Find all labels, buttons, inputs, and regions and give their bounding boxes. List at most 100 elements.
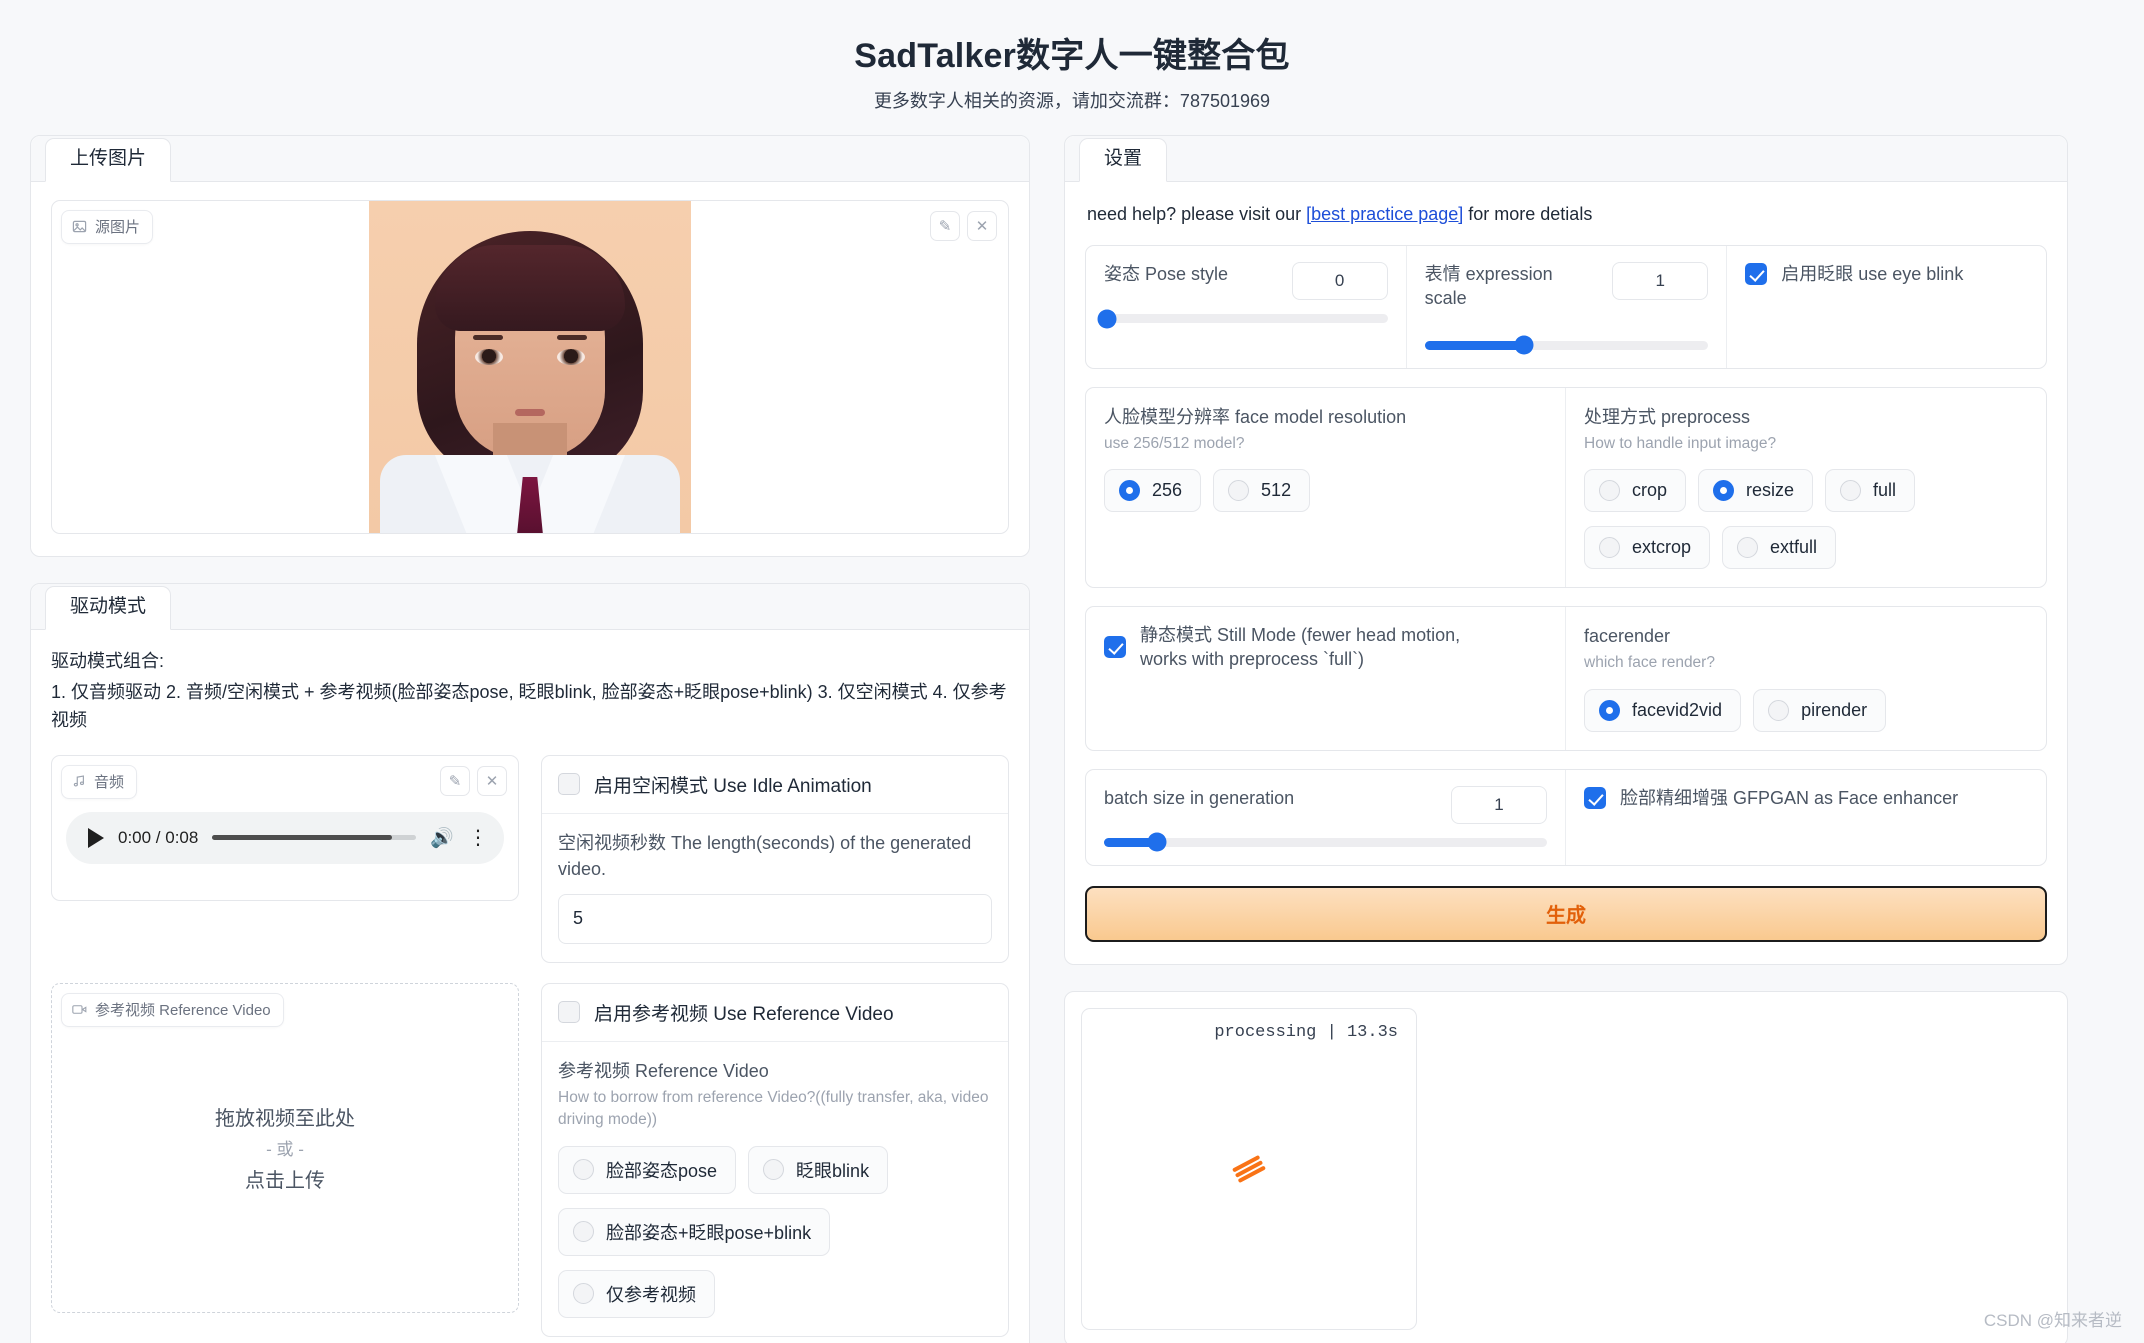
source-image-block[interactable]: 源图片 ✎ ✕ xyxy=(51,200,1009,534)
radio-circle-facevid2vid[interactable] xyxy=(1599,699,1620,721)
face-resolution-options: 256 512 xyxy=(1104,469,1547,513)
radio-option-extcrop[interactable]: extcrop xyxy=(1584,526,1711,570)
pose-style-slider[interactable] xyxy=(1097,309,1388,328)
image-icon xyxy=(72,219,87,234)
best-practice-link[interactable]: [best practice page] xyxy=(1306,204,1463,224)
resolution-preprocess-row: 人脸模型分辨率 face model resolution use 256/51… xyxy=(1085,386,2047,589)
generate-button[interactable]: 生成 xyxy=(1085,885,2047,942)
radio-circle-blink[interactable] xyxy=(763,1159,785,1181)
reference-video-dropzone[interactable]: 参考视频 Reference Video 拖放视频至此处 - 或 - 点击上传 xyxy=(51,982,519,1313)
expression-scale-label: 表情 expression scale xyxy=(1424,264,1553,309)
idle-animation-body: 空闲视频秒数 The length(seconds) of the genera… xyxy=(542,814,1008,962)
radio-option-video-only[interactable]: 仅参考视频 xyxy=(558,1269,715,1318)
settings-card: 设置 need help? please visit our [best pra… xyxy=(1064,135,2068,965)
dropzone-click-text[interactable]: 点击上传 xyxy=(245,1164,325,1193)
video-camera-icon xyxy=(72,1003,87,1016)
radio-circle-full[interactable] xyxy=(1840,480,1862,502)
radio-circle-crop[interactable] xyxy=(1599,480,1620,502)
source-image-tools: ✎ ✕ xyxy=(930,211,997,241)
radio-option-512[interactable]: 512 xyxy=(1213,469,1311,513)
facerender-sub: which face render? xyxy=(1584,654,1715,672)
radio-option-pose-blink[interactable]: 脸部姿态+眨眼pose+blink xyxy=(558,1207,831,1256)
batch-size-cell: batch size in generation 1 xyxy=(1086,769,1566,865)
radio-circle-pose-blink[interactable] xyxy=(573,1221,594,1243)
still-mode-checkbox[interactable] xyxy=(1104,636,1126,659)
edit-image-icon[interactable]: ✎ xyxy=(930,211,960,241)
page-subtitle: 更多数字人相关的资源，请加交流群：787501969 xyxy=(873,91,1271,111)
loading-spinner-icon xyxy=(1232,1154,1266,1183)
reference-video-row: 参考视频 Reference Video 拖放视频至此处 - 或 - 点击上传 … xyxy=(51,982,1009,1337)
clear-image-icon[interactable]: ✕ xyxy=(967,211,997,241)
batch-size-slider[interactable] xyxy=(1104,832,1547,852)
radio-circle-pose[interactable] xyxy=(573,1159,594,1181)
app-root: SadTalker数字人一键整合包 更多数字人相关的资源，请加交流群：78750… xyxy=(0,0,2144,1343)
radio-label-pose: 脸部姿态pose xyxy=(606,1160,718,1181)
output-card: processing | 13.3s xyxy=(1064,990,2068,1343)
radio-label-512: 512 xyxy=(1261,480,1292,501)
volume-icon[interactable]: 🔊 xyxy=(430,826,454,850)
idle-animation-checkbox[interactable] xyxy=(558,773,580,796)
idle-length-label: 空闲视频秒数 The length(seconds) of the genera… xyxy=(558,832,972,879)
radio-circle-extcrop[interactable] xyxy=(1599,537,1620,559)
clear-audio-icon[interactable]: ✕ xyxy=(477,765,507,796)
help-suffix: for more detials xyxy=(1463,204,1593,224)
reference-video-radio-row-1: 脸部姿态pose 眨眼blink xyxy=(558,1145,992,1194)
pose-style-value[interactable]: 0 xyxy=(1291,262,1388,300)
radio-option-blink[interactable]: 眨眼blink xyxy=(748,1145,889,1194)
audio-player[interactable]: 0:00 / 0:08 🔊 ⋮ xyxy=(66,811,504,864)
tab-upload-image[interactable]: 上传图片 xyxy=(45,138,172,182)
expression-scale-cell: 表情 expression scale 1 xyxy=(1407,246,1728,368)
radio-option-pirender[interactable]: pirender xyxy=(1753,688,1887,732)
reference-video-group-label: 参考视频 Reference Video xyxy=(558,1060,769,1081)
radio-option-resize[interactable]: resize xyxy=(1698,469,1814,513)
reference-video-label-text: 参考视频 Reference Video xyxy=(95,1001,271,1019)
radio-option-full[interactable]: full xyxy=(1825,469,1916,513)
radio-option-256[interactable]: 256 xyxy=(1104,469,1202,513)
facerender-cell: facerender which face render? facevid2vi… xyxy=(1566,607,2046,750)
radio-circle-extfull[interactable] xyxy=(1737,537,1759,559)
radio-label-256: 256 xyxy=(1152,480,1183,501)
tab-settings[interactable]: 设置 xyxy=(1079,138,1168,182)
radio-circle-512[interactable] xyxy=(1228,480,1250,502)
radio-circle-pirender[interactable] xyxy=(1768,699,1790,721)
more-options-icon[interactable]: ⋮ xyxy=(468,828,488,848)
radio-circle-256[interactable] xyxy=(1119,480,1140,502)
source-image-preview xyxy=(369,201,691,533)
radio-circle-video-only[interactable] xyxy=(573,1283,594,1305)
preprocess-sub: How to handle input image? xyxy=(1584,434,1777,452)
drive-mode-card: 驱动模式 驱动模式组合: 1. 仅音频驱动 2. 音频/空闲模式 + 参考视频(… xyxy=(30,583,1030,1343)
audio-panel: 音频 ✎ ✕ 0:00 / 0:08 🔊 ⋮ xyxy=(51,754,519,901)
idle-animation-toggle-row[interactable]: 启用空闲模式 Use Idle Animation xyxy=(542,756,1008,814)
radio-option-extfull[interactable]: extfull xyxy=(1722,526,1837,570)
expression-scale-value[interactable]: 1 xyxy=(1612,262,1709,300)
edit-audio-icon[interactable]: ✎ xyxy=(440,765,470,796)
idle-length-input[interactable]: 5 xyxy=(558,893,992,944)
upload-image-card: 上传图片 源图片 ✎ ✕ xyxy=(30,135,1030,557)
left-column: 上传图片 源图片 ✎ ✕ 驱动模式 驱动模式组合: 1. 仅音频驱动 2. 音频… xyxy=(30,135,1030,1343)
settings-tabstrip: 设置 xyxy=(1065,136,2067,182)
right-column: 设置 need help? please visit our [best pra… xyxy=(1064,135,2068,1343)
drive-mode-description: 驱动模式组合: 1. 仅音频驱动 2. 音频/空闲模式 + 参考视频(脸部姿态p… xyxy=(51,648,1009,735)
radio-label-extcrop: extcrop xyxy=(1632,537,1692,558)
radio-label-resize: resize xyxy=(1746,480,1795,501)
radio-option-facevid2vid[interactable]: facevid2vid xyxy=(1584,688,1742,732)
audio-progress-slider[interactable] xyxy=(212,835,417,841)
radio-label-full: full xyxy=(1873,480,1897,501)
radio-circle-resize[interactable] xyxy=(1713,480,1735,502)
pose-style-cell: 姿态 Pose style 0 xyxy=(1086,246,1407,368)
batch-size-value[interactable]: 1 xyxy=(1451,785,1547,824)
radio-option-crop[interactable]: crop xyxy=(1584,469,1687,513)
play-icon[interactable] xyxy=(88,827,104,848)
tab-drive-mode[interactable]: 驱动模式 xyxy=(45,586,172,630)
use-eye-blink-checkbox[interactable] xyxy=(1745,263,1768,286)
source-image-label-text: 源图片 xyxy=(95,219,141,236)
facerender-options: facevid2vid pirender xyxy=(1584,688,2028,732)
use-reference-video-toggle-row[interactable]: 启用参考视频 Use Reference Video xyxy=(542,984,1008,1042)
gfpgan-label: 脸部精细增强 GFPGAN as Face enhancer xyxy=(1620,787,1959,808)
expression-scale-slider[interactable] xyxy=(1424,335,1709,355)
reference-video-options-panel: 启用参考视频 Use Reference Video 参考视频 Referenc… xyxy=(541,982,1009,1337)
radio-option-pose[interactable]: 脸部姿态pose xyxy=(558,1145,737,1194)
use-reference-video-checkbox[interactable] xyxy=(558,1001,580,1024)
reference-video-radio-row-3: 仅参考视频 xyxy=(558,1269,992,1318)
gfpgan-checkbox[interactable] xyxy=(1584,786,1606,809)
